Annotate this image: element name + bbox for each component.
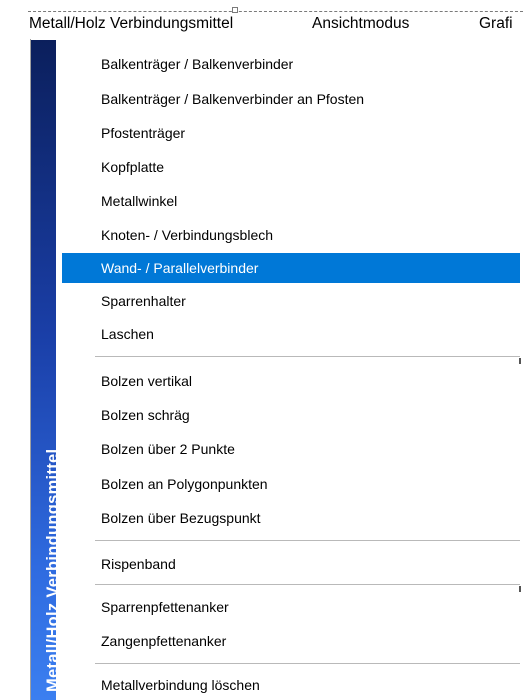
menu-item-balkentraeger-pfosten[interactable]: Balkenträger / Balkenverbinder an Pfoste… — [62, 84, 520, 114]
menu-item-pfostentraeger[interactable]: Pfostenträger — [62, 118, 520, 148]
menu-item-bolzen-polygonpunkte[interactable]: Bolzen an Polygonpunkten — [62, 469, 520, 499]
menu-separator — [95, 663, 520, 664]
menu-item-laschen[interactable]: Laschen — [62, 319, 520, 349]
menu-edge-tick — [519, 358, 521, 364]
menu-item-metallverbindung-loeschen[interactable]: Metallverbindung löschen — [62, 670, 520, 700]
menu-item-label: Bolzen vertikal — [101, 373, 193, 389]
menu-item-label: Wand- / Parallelverbinder — [101, 260, 259, 276]
menu-side-band: Metall/Holz Verbindungsmittel — [31, 40, 62, 700]
menu-item-label: Sparrenpfettenanker — [101, 599, 229, 615]
menu-item-metallwinkel[interactable]: Metallwinkel — [62, 186, 520, 216]
menubar-item-grafik[interactable]: Grafi — [479, 14, 513, 34]
menu-separator — [95, 356, 520, 357]
menu-item-bolzen-bezugspunkt[interactable]: Bolzen über Bezugspunkt — [62, 503, 520, 533]
menu-item-label: Balkenträger / Balkenverbinder an Pfoste… — [101, 91, 365, 107]
menu-side-band-title: Metall/Holz Verbindungsmittel — [44, 448, 62, 692]
menu-item-rispenband[interactable]: Rispenband — [62, 549, 520, 579]
menu-item-knoten-verbindungsblech[interactable]: Knoten- / Verbindungsblech — [62, 220, 520, 250]
menu-item-balkentraeger[interactable]: Balkenträger / Balkenverbinder — [62, 49, 520, 79]
focus-handle-marker — [232, 7, 238, 13]
menu-item-label: Knoten- / Verbindungsblech — [101, 227, 274, 243]
menubar-item-metall-holz[interactable]: Metall/Holz Verbindungsmittel — [29, 14, 233, 34]
menu-item-bolzen-2-punkte[interactable]: Bolzen über 2 Punkte — [62, 434, 520, 464]
menu-item-label: Bolzen schräg — [101, 407, 190, 423]
menu-separator — [95, 540, 520, 541]
menu-item-bolzen-vertikal[interactable]: Bolzen vertikal — [62, 366, 520, 396]
menu-item-sparrenhalter[interactable]: Sparrenhalter — [62, 286, 520, 316]
menu-item-label: Rispenband — [101, 556, 176, 572]
menu-item-label: Kopfplatte — [101, 159, 165, 175]
menu-item-kopfplatte[interactable]: Kopfplatte — [62, 152, 520, 182]
menu-item-label: Sparrenhalter — [101, 293, 186, 309]
menu-item-label: Balkenträger / Balkenverbinder — [101, 56, 294, 72]
menu-item-label: Metallwinkel — [101, 193, 178, 209]
menu-item-bolzen-schraeg[interactable]: Bolzen schräg — [62, 400, 520, 430]
menu-item-label: Bolzen über 2 Punkte — [101, 441, 235, 457]
menu-item-label: Bolzen an Polygonpunkten — [101, 476, 268, 492]
menu-item-wand-parallelverbinder[interactable]: Wand- / Parallelverbinder — [62, 253, 520, 283]
menu-item-label: Laschen — [101, 326, 154, 342]
menu-separator — [95, 584, 520, 585]
focus-dotted-outline — [28, 11, 523, 12]
menu-item-label: Pfostenträger — [101, 125, 186, 141]
menu-item-sparrenpfettenanker[interactable]: Sparrenpfettenanker — [62, 592, 520, 622]
menubar-item-ansichtmodus[interactable]: Ansichtmodus — [312, 14, 409, 34]
menu-item-label: Bolzen über Bezugspunkt — [101, 510, 261, 526]
menu-item-label: Metallverbindung löschen — [101, 677, 260, 693]
menu-item-label: Zangenpfettenanker — [101, 633, 227, 649]
menu-item-zangenpfettenanker[interactable]: Zangenpfettenanker — [62, 626, 520, 656]
menu-bar: Metall/Holz Verbindungsmittel Ansichtmod… — [0, 0, 523, 36]
